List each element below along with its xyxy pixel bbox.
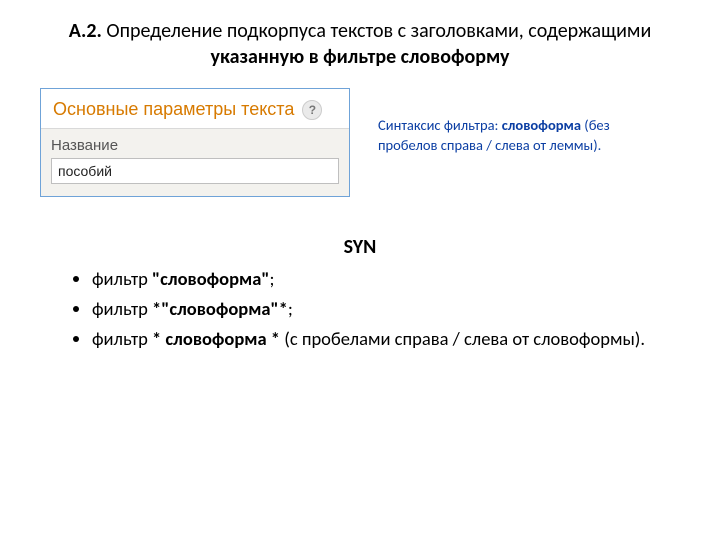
help-icon[interactable]: ? (302, 100, 322, 120)
slide-title: A.2. Определение подкорпуса текстов с за… (40, 18, 680, 70)
title-section: A.2. (69, 19, 102, 43)
panel-header-text: Основные параметры текста (53, 99, 294, 120)
list-item: фильтр * словоформа * (с пробелами справ… (92, 325, 680, 353)
syn-list: фильтр "словоформа"; фильтр *"словоформа… (40, 265, 680, 352)
field-label-title: Название (51, 137, 339, 154)
panel-header: Основные параметры текста ? (41, 89, 349, 129)
list-item: фильтр "словоформа"; (92, 265, 680, 293)
note-pre: Синтаксис фильтра: (378, 116, 502, 134)
search-panel: Основные параметры текста ? Название (40, 88, 350, 197)
filter-syntax-note: Синтаксис фильтра: словоформа (без пробе… (378, 116, 658, 155)
note-keyword: словоформа (502, 116, 581, 134)
title-input[interactable] (51, 158, 339, 184)
syn-heading: SYN (40, 235, 680, 259)
list-item: фильтр *"словоформа"*; (92, 295, 680, 323)
title-pre: Определение подкорпуса текстов с заголов… (102, 19, 651, 43)
title-emph: указанную в фильтре словоформу (210, 45, 509, 69)
